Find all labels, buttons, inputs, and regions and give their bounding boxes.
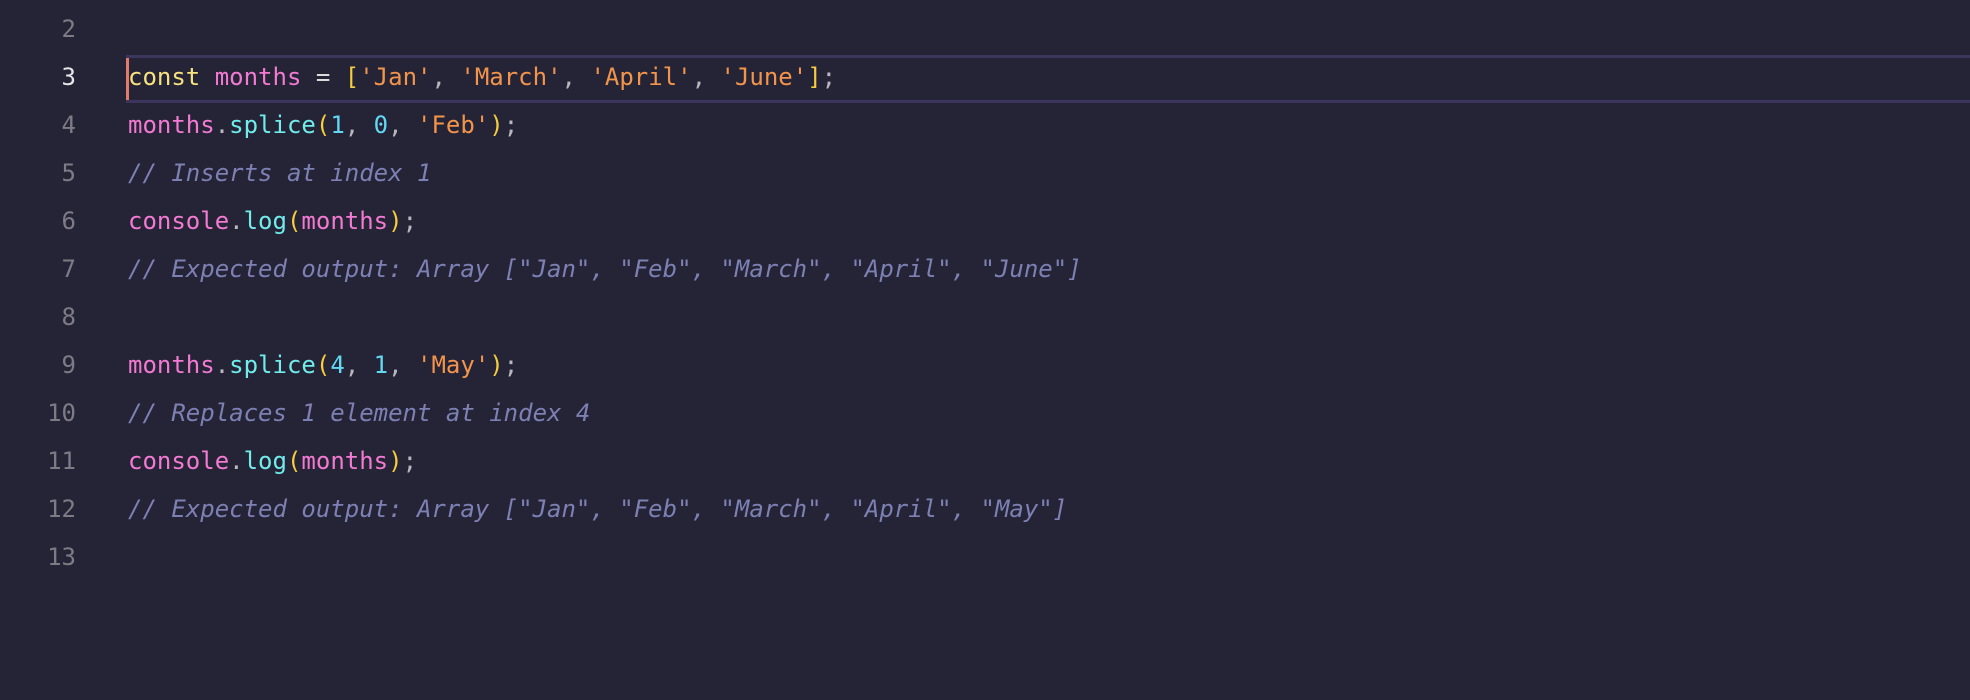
- line-number: 6: [61, 207, 76, 235]
- line-code[interactable]: // Expected output: Array ["Jan", "Feb",…: [128, 245, 1082, 293]
- line-code[interactable]: // Replaces 1 element at index 4: [128, 389, 590, 437]
- token-op: =: [301, 63, 345, 91]
- line-code[interactable]: const months = ['Jan', 'March', 'April',…: [128, 53, 836, 101]
- line-number: 8: [61, 303, 76, 331]
- token-punct: ;: [503, 351, 519, 379]
- token-punct: ,: [388, 111, 418, 139]
- token-punct: ,: [431, 63, 461, 91]
- token-punct: ;: [503, 111, 519, 139]
- token-string: 'April': [590, 63, 692, 91]
- token-comment: // Expected output: Array ["Jan", "Feb",…: [128, 495, 1068, 523]
- line-code[interactable]: months.splice(4, 1, 'May');: [128, 341, 518, 389]
- line-number: 4: [61, 111, 76, 139]
- token-string: 'May': [417, 351, 490, 379]
- token-func: splice: [229, 111, 316, 139]
- token-func: log: [243, 447, 287, 475]
- token-bracket: [: [344, 63, 360, 91]
- token-punct: ,: [561, 63, 591, 91]
- token-string: 'March': [460, 63, 562, 91]
- token-punct: ;: [821, 63, 837, 91]
- line-number: 9: [61, 351, 76, 379]
- code-line[interactable]: 9 months.splice(4, 1, 'May');: [0, 341, 1970, 389]
- token-bracket: ): [489, 111, 504, 139]
- line-number: 2: [61, 15, 76, 43]
- token-var: months: [128, 351, 215, 379]
- token-punct: ;: [402, 207, 418, 235]
- token-bracket: ]: [807, 63, 822, 91]
- token-string: 'June': [720, 63, 808, 91]
- code-line[interactable]: 7 // Expected output: Array ["Jan", "Feb"…: [0, 245, 1970, 293]
- token-number: 1: [373, 351, 389, 379]
- token-var: months: [301, 207, 389, 235]
- token-comment: // Inserts at index 1: [128, 159, 432, 187]
- token-bracket: (: [286, 207, 302, 235]
- line-code[interactable]: // Inserts at index 1: [128, 149, 431, 197]
- token-punct: .: [214, 351, 230, 379]
- line-number: 11: [47, 447, 76, 475]
- token-punct: ,: [344, 111, 374, 139]
- token-var: months: [214, 63, 302, 91]
- line-number: 5: [61, 159, 76, 187]
- token-bracket: (: [315, 111, 331, 139]
- token-bracket: (: [286, 447, 302, 475]
- token-punct: ;: [402, 447, 418, 475]
- code-line[interactable]: 3 const months = ['Jan', 'March', 'April'…: [0, 53, 1970, 103]
- code-editor[interactable]: 2 3 const months = ['Jan', 'March', 'April…: [0, 0, 1970, 700]
- token-string: 'Jan': [359, 63, 432, 91]
- line-code[interactable]: // Expected output: Array ["Jan", "Feb",…: [128, 485, 1067, 533]
- line-code[interactable]: console.log(months);: [128, 437, 417, 485]
- code-line[interactable]: 8: [0, 293, 1970, 341]
- token-comment: // Replaces 1 element at index 4: [128, 399, 591, 427]
- token-bracket: (: [315, 351, 331, 379]
- line-number: 7: [61, 255, 76, 283]
- token-var: months: [128, 111, 215, 139]
- token-number: 4: [330, 351, 345, 379]
- token-bracket: ): [388, 447, 403, 475]
- line-code[interactable]: months.splice(1, 0, 'Feb');: [128, 101, 518, 149]
- token-punct: .: [229, 447, 244, 475]
- code-line[interactable]: 6 console.log(months);: [0, 197, 1970, 245]
- token-punct: ,: [691, 63, 721, 91]
- token-bracket: ): [489, 351, 504, 379]
- token-func: splice: [229, 351, 316, 379]
- token-comment: // Expected output: Array ["Jan", "Feb",…: [128, 255, 1082, 283]
- token-op: [200, 63, 214, 91]
- line-number: 10: [47, 399, 76, 427]
- token-string: 'Feb': [417, 111, 490, 139]
- code-line[interactable]: 5 // Inserts at index 1: [0, 149, 1970, 197]
- line-number: 12: [47, 495, 76, 523]
- line-number: 13: [47, 543, 76, 571]
- token-punct: .: [214, 111, 230, 139]
- code-line[interactable]: 12 // Expected output: Array ["Jan", "Feb…: [0, 485, 1970, 533]
- token-bracket: ): [388, 207, 403, 235]
- token-punct: ,: [388, 351, 418, 379]
- token-keyword: const: [128, 63, 201, 91]
- line-number: 3: [61, 63, 76, 91]
- code-line[interactable]: 10 // Replaces 1 element at index 4: [0, 389, 1970, 437]
- token-punct: .: [229, 207, 244, 235]
- line-code[interactable]: console.log(months);: [128, 197, 417, 245]
- code-line[interactable]: 4 months.splice(1, 0, 'Feb');: [0, 101, 1970, 149]
- token-var: console: [128, 207, 230, 235]
- code-line[interactable]: 2: [0, 5, 1970, 53]
- token-var: console: [128, 447, 230, 475]
- token-number: 0: [373, 111, 389, 139]
- token-var: months: [301, 447, 389, 475]
- code-line[interactable]: 13: [0, 533, 1970, 581]
- token-punct: ,: [344, 351, 374, 379]
- token-func: log: [243, 207, 287, 235]
- code-line[interactable]: 11 console.log(months);: [0, 437, 1970, 485]
- token-number: 1: [330, 111, 345, 139]
